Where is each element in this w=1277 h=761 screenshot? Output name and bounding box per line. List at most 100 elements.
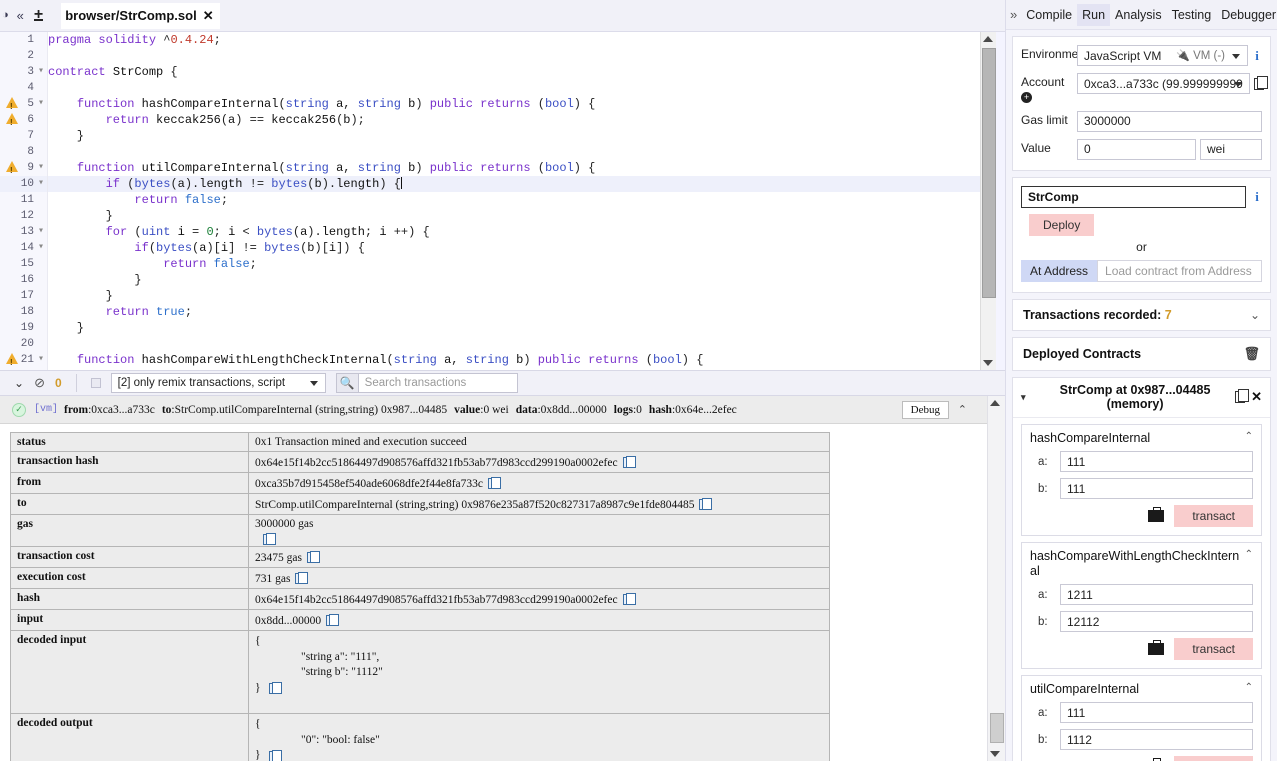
scrollbar-thumb[interactable] <box>982 48 996 298</box>
code-line[interactable]: contract StrComp { <box>48 64 980 80</box>
search-input[interactable]: Search transactions <box>357 373 518 393</box>
function-header[interactable]: hashCompareWithLengthCheckInternal ⌃ <box>1030 549 1253 579</box>
code-line[interactable] <box>48 336 980 352</box>
copy-icon[interactable] <box>269 682 282 695</box>
chevron-up-icon[interactable]: ⌃ <box>958 403 967 416</box>
copy-icon[interactable] <box>622 593 636 605</box>
copy-icon[interactable] <box>326 614 340 626</box>
code-editor[interactable]: 123▾45▾6789▾10▾111213▾14▾15161718192021▾… <box>0 32 1005 370</box>
close-icon[interactable]: ✕ <box>1251 389 1262 405</box>
listen-checkbox[interactable] <box>90 378 101 388</box>
copy-icon[interactable] <box>622 456 636 468</box>
code-line[interactable] <box>48 144 980 160</box>
transact-button[interactable]: transact <box>1174 638 1253 661</box>
file-tab-strcomp[interactable]: browser/StrComp.sol ✕ <box>61 2 220 29</box>
briefcase-icon[interactable] <box>1148 640 1165 656</box>
instance-header[interactable]: ▾ StrComp at 0x987...04485 (memory) ✕ <box>1013 378 1270 419</box>
code-line[interactable]: for (uint i = 0; i < bytes(a).length; i … <box>48 224 980 240</box>
scroll-up-icon[interactable] <box>983 36 993 42</box>
copy-icon[interactable] <box>263 533 276 545</box>
debug-button[interactable]: Debug <box>901 401 949 419</box>
code-line[interactable] <box>48 48 980 64</box>
value-unit-select[interactable]: wei <box>1200 138 1262 160</box>
transact-button[interactable]: transact <box>1174 756 1253 761</box>
fold-icon[interactable]: ▾ <box>38 176 44 192</box>
warning-icon[interactable] <box>6 113 18 131</box>
transact-button[interactable]: transact <box>1174 505 1253 528</box>
code-line[interactable]: return false; <box>48 192 980 208</box>
value-input[interactable]: 0 <box>1077 138 1196 160</box>
code-line[interactable]: function hashCompareInternal(string a, s… <box>48 96 980 112</box>
copy-icon[interactable] <box>295 572 309 584</box>
scrollbar-thumb[interactable] <box>990 713 1004 743</box>
code-line[interactable]: function utilCompareInternal(string a, s… <box>48 160 980 176</box>
code-line[interactable]: pragma solidity ^0.4.24; <box>48 32 980 48</box>
copy-icon[interactable] <box>699 498 713 510</box>
trash-icon[interactable]: 🗑 <box>1243 346 1260 362</box>
environment-select[interactable]: JavaScript VM 🔌 VM (-) <box>1077 45 1248 66</box>
code-line[interactable]: return keccak256(a) == keccak256(b); <box>48 112 980 128</box>
deploy-button[interactable]: Deploy <box>1029 213 1095 236</box>
scroll-up-icon[interactable] <box>990 400 1000 406</box>
tab-compile[interactable]: Compile <box>1021 4 1077 26</box>
editor-code[interactable]: pragma solidity ^0.4.24; contract StrCom… <box>48 32 980 370</box>
fold-icon[interactable]: ▾ <box>38 160 44 176</box>
collapse-icon[interactable]: « <box>13 9 28 22</box>
arg-input-b[interactable]: 1112 <box>1060 729 1253 751</box>
terminal-vertical-scrollbar[interactable] <box>987 396 1005 761</box>
copy-icon[interactable] <box>269 749 282 761</box>
scroll-down-icon[interactable] <box>990 751 1000 757</box>
warning-icon[interactable] <box>6 161 18 179</box>
function-header[interactable]: hashCompareInternal ⌃ <box>1030 431 1253 446</box>
at-address-input[interactable]: Load contract from Address <box>1097 259 1262 282</box>
clear-console-icon[interactable]: ⊘ <box>34 375 45 391</box>
close-icon[interactable]: ✕ <box>203 8 214 24</box>
expand-panel-icon[interactable]: » <box>1006 7 1021 22</box>
fold-icon[interactable]: ▾ <box>38 240 44 256</box>
transactions-recorded-row[interactable]: Transactions recorded: 7 ⌄ <box>1012 298 1271 331</box>
chevron-down-icon[interactable]: ▾ <box>1021 392 1035 403</box>
transaction-filter-select[interactable]: [2] only remix transactions, script <box>110 373 326 393</box>
arg-input-a[interactable]: 111 <box>1060 702 1253 724</box>
code-line[interactable]: if (bytes(a).length != bytes(b).length) … <box>48 176 980 192</box>
arg-input-b[interactable]: 12112 <box>1060 611 1253 633</box>
copy-icon[interactable] <box>488 477 502 489</box>
briefcase-icon[interactable] <box>1148 507 1165 523</box>
code-line[interactable]: function hashCompareWithLengthCheckInter… <box>48 352 980 368</box>
editor-vertical-scrollbar[interactable] <box>980 32 996 370</box>
code-line[interactable]: } <box>48 208 980 224</box>
function-header[interactable]: utilCompareInternal ⌃ <box>1030 682 1253 697</box>
terminal-toggle-icon[interactable]: ⌄ <box>14 376 24 390</box>
terminal-body[interactable]: remix ✓ [vm] from:0xca3...a733c to:StrCo… <box>0 396 1005 761</box>
contract-select[interactable]: StrComp <box>1021 185 1246 208</box>
code-line[interactable]: return true; <box>48 304 980 320</box>
tab-testing[interactable]: Testing <box>1167 4 1217 26</box>
fold-icon[interactable]: ▾ <box>38 352 44 368</box>
tab-debugger[interactable]: Debugger <box>1216 4 1277 26</box>
arg-input-a[interactable]: 111 <box>1060 451 1253 473</box>
fold-icon[interactable]: ▾ <box>38 224 44 240</box>
chevron-down-icon[interactable]: ⌄ <box>1250 308 1260 322</box>
code-line[interactable]: } <box>48 128 980 144</box>
account-select[interactable]: 0xca3...a733c (99.999999999 <box>1077 73 1250 94</box>
new-tab-icon[interactable]: + <box>28 6 49 23</box>
at-address-button[interactable]: At Address <box>1021 259 1098 282</box>
copy-icon[interactable] <box>1253 75 1268 90</box>
code-line[interactable]: } <box>48 320 980 336</box>
arg-input-b[interactable]: 111 <box>1060 478 1253 500</box>
tab-run[interactable]: Run <box>1077 3 1111 26</box>
search-transactions[interactable]: 🔍 Search transactions <box>335 373 518 393</box>
code-line[interactable]: if(bytes(a)[i] != bytes(b)[i]) { <box>48 240 980 256</box>
code-line[interactable]: } <box>48 272 980 288</box>
code-line[interactable]: } <box>48 288 980 304</box>
chevron-up-icon[interactable]: ⌃ <box>1245 431 1253 442</box>
copy-icon[interactable] <box>306 551 320 563</box>
transaction-log-row[interactable]: ✓ [vm] from:0xca3...a733c to:StrComp.uti… <box>0 396 987 424</box>
fold-icon[interactable]: ▾ <box>38 64 44 80</box>
fold-icon[interactable]: ▾ <box>38 96 44 112</box>
panel-toggle-icon[interactable]: ◑ <box>0 10 13 21</box>
code-line[interactable]: return false; <box>48 256 980 272</box>
copy-icon[interactable] <box>1235 389 1250 404</box>
search-icon[interactable]: 🔍 <box>335 373 358 393</box>
scroll-down-icon[interactable] <box>983 360 993 366</box>
